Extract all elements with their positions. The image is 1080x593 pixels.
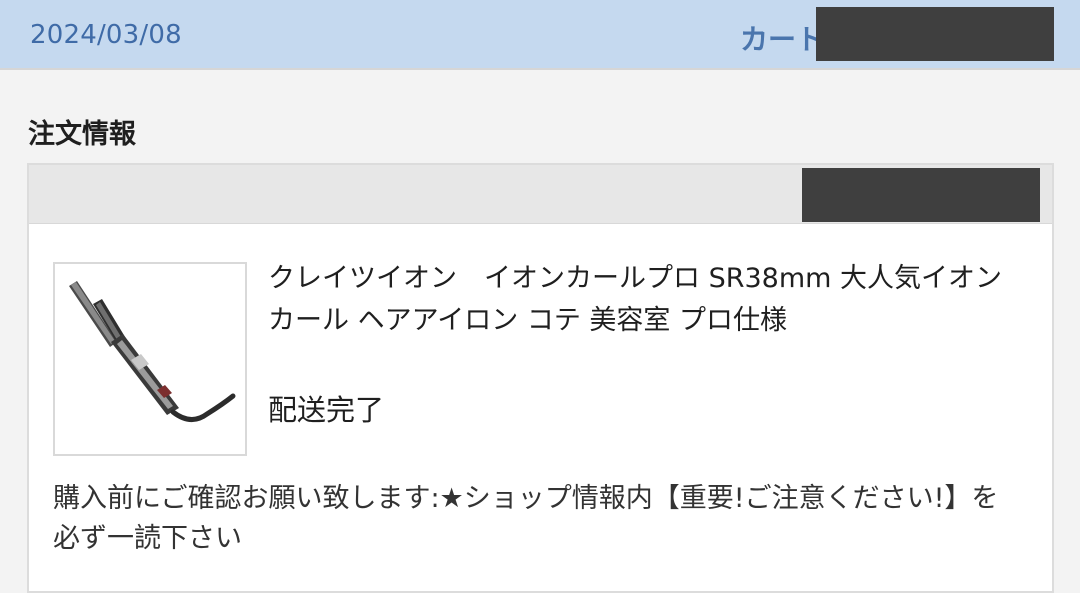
delivery-status: 配送完了 (268, 393, 385, 427)
product-thumbnail[interactable] (53, 262, 247, 456)
order-date: 2024/03/08 (30, 20, 182, 50)
redacted-block (816, 7, 1054, 61)
curling-iron-image (69, 281, 236, 422)
order-header-bar: 2024/03/08 カート (0, 0, 1080, 70)
section-title-order-info: 注文情報 (28, 119, 136, 150)
order-card: クレイツイオン イオンカールプロ SR38mm 大人気イオン カール ヘアアイロ… (27, 163, 1054, 593)
order-card-header (29, 165, 1052, 224)
product-name-link[interactable]: クレイツイオン イオンカールプロ SR38mm 大人気イオン カール ヘアアイロ… (268, 258, 1028, 342)
cart-label[interactable]: カート (740, 18, 824, 58)
redacted-block (802, 168, 1040, 222)
shop-notice: 購入前にご確認お願い致します:★ショップ情報内【重要!ご注意ください!】を必ず一… (53, 483, 999, 554)
